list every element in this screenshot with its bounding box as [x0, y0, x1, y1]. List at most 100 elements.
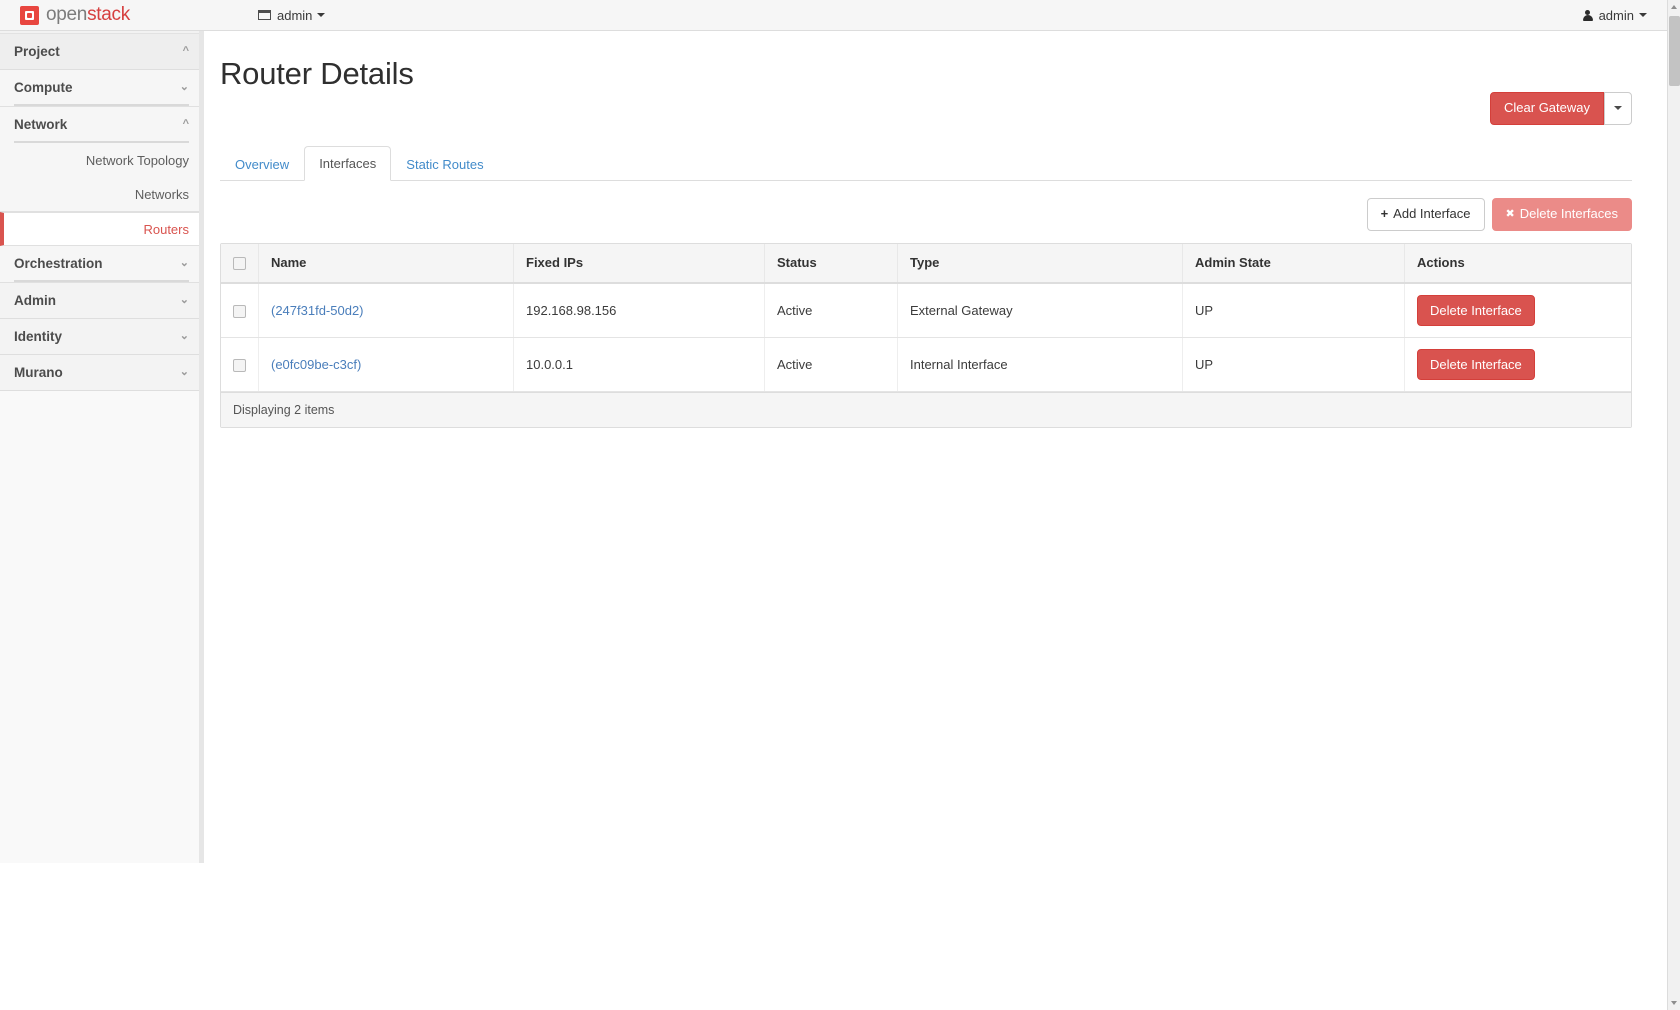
tab-static-routes[interactable]: Static Routes: [391, 147, 498, 181]
cell-admin-state: UP: [1182, 337, 1405, 392]
column-header-admin-state[interactable]: Admin State: [1182, 243, 1405, 284]
brand-stack-text: stack: [87, 4, 130, 25]
sidebar-group-identity-label: Identity: [14, 329, 63, 344]
clear-gateway-button[interactable]: Clear Gateway: [1490, 92, 1604, 125]
column-header-type[interactable]: Type: [897, 243, 1183, 284]
interfaces-table-panel: Name Fixed IPs Status Type Admin State A…: [220, 242, 1632, 428]
cell-status: Active: [764, 282, 898, 338]
brand-logo-link[interactable]: openstack: [20, 4, 195, 26]
chevron-down-icon: [317, 13, 326, 17]
row-checkbox[interactable]: [233, 304, 246, 318]
sidebar-group-orchestration-header[interactable]: Orchestration ⌄: [0, 246, 203, 280]
sidebar-group-admin[interactable]: Admin ⌄: [0, 283, 203, 319]
sidebar-group-murano[interactable]: Murano ⌄: [0, 355, 203, 391]
sidebar-group-admin-header[interactable]: Admin ⌄: [0, 283, 203, 318]
tab-interfaces[interactable]: Interfaces: [304, 145, 392, 181]
x-icon: ✖: [1505, 208, 1515, 221]
table-head: Name Fixed IPs Status Type Admin State A…: [221, 243, 1631, 284]
add-interface-button[interactable]: + Add Interface: [1366, 198, 1485, 231]
row-select-cell: [221, 337, 259, 392]
column-header-name[interactable]: Name: [258, 243, 514, 284]
user-menu-label: admin: [1598, 7, 1634, 23]
table-body: (247f31fd-50d2) 192.168.98.156 Active Ex…: [221, 282, 1631, 392]
delete-interfaces-button[interactable]: ✖ Delete Interfaces: [1491, 198, 1632, 231]
sidebar: Project ^ Compute ⌄ Network ^ Network To…: [0, 31, 204, 863]
chevron-up-icon: ^: [182, 45, 189, 57]
caret-down-icon: [1614, 106, 1622, 111]
sidebar-scrollbar[interactable]: [199, 31, 204, 863]
openstack-logo-icon: [20, 5, 39, 25]
table-row[interactable]: (e0fc09be-c3cf) 10.0.0.1 Active Internal…: [221, 337, 1631, 392]
cell-name: (e0fc09be-c3cf): [258, 337, 514, 392]
interfaces-table: Name Fixed IPs Status Type Admin State A…: [221, 243, 1631, 392]
page-title: Router Details: [220, 56, 414, 91]
sidebar-section-network[interactable]: Network ^ Network Topology Networks: [0, 107, 203, 212]
clear-gateway-dropdown-toggle[interactable]: [1604, 92, 1632, 125]
sidebar-group-identity-header[interactable]: Identity ⌄: [0, 319, 203, 354]
cell-fixed-ips: 192.168.98.156: [513, 282, 765, 338]
chevron-up-icon: ^: [182, 117, 189, 130]
tab-overview[interactable]: Overview: [220, 147, 304, 181]
sidebar-section-network-label: Network: [14, 116, 68, 132]
sidebar-group-identity[interactable]: Identity ⌄: [0, 319, 203, 355]
brand-text: openstack: [46, 4, 130, 26]
select-all-checkbox[interactable]: [233, 257, 246, 271]
interface-name-link[interactable]: (247f31fd-50d2): [271, 303, 364, 318]
cell-admin-state: UP: [1182, 282, 1405, 338]
row-select-cell: [221, 282, 259, 338]
sidebar-group-orchestration-label: Orchestration: [14, 255, 103, 271]
sidebar-item-networks[interactable]: Networks: [0, 177, 203, 211]
sidebar-group-orchestration[interactable]: Orchestration ⌄: [0, 246, 203, 283]
column-header-fixed-ips[interactable]: Fixed IPs: [513, 243, 765, 284]
main-content: Router Details Clear Gateway Overview In…: [204, 31, 1667, 1010]
table-header-row: Name Fixed IPs Status Type Admin State A…: [221, 243, 1631, 284]
scrollbar-thumb[interactable]: [1669, 16, 1680, 86]
sidebar-item-network-topology[interactable]: Network Topology: [0, 143, 203, 177]
column-header-status[interactable]: Status: [764, 243, 898, 284]
chevron-down-icon: ⌄: [179, 330, 189, 342]
chevron-down-icon: ⌄: [179, 256, 189, 269]
cell-actions: Delete Interface: [1404, 337, 1631, 392]
table-toolbar: + Add Interface ✖ Delete Interfaces: [220, 198, 1632, 231]
clear-gateway-button-group: Clear Gateway: [1490, 92, 1632, 125]
cell-status: Active: [764, 337, 898, 392]
chevron-down-icon: ⌄: [179, 294, 189, 306]
sidebar-item-label: Networks: [134, 186, 189, 202]
sidebar-group-project-header[interactable]: Project ^: [0, 34, 203, 69]
plus-icon: +: [1380, 206, 1389, 221]
divider: [14, 280, 189, 282]
chevron-down-icon: ⌄: [179, 80, 189, 93]
column-header-actions: Actions: [1404, 243, 1631, 284]
sidebar-group-project[interactable]: Project ^: [0, 34, 203, 70]
divider: [14, 104, 189, 106]
table-row[interactable]: (247f31fd-50d2) 192.168.98.156 Active Ex…: [221, 282, 1631, 338]
scroll-up-arrow-icon[interactable]: [1668, 0, 1680, 14]
sidebar-section-compute-header[interactable]: Compute ⌄: [0, 70, 203, 104]
scroll-down-arrow-icon[interactable]: [1668, 996, 1680, 1010]
delete-interfaces-label: Delete Interfaces: [1519, 206, 1618, 221]
page-action-bar: Clear Gateway: [204, 92, 1632, 138]
sidebar-group-admin-label: Admin: [14, 293, 56, 308]
router-detail-tabs: Overview Interfaces Static Routes: [220, 145, 1632, 181]
page-scrollbar[interactable]: [1667, 0, 1680, 1010]
sidebar-group-murano-label: Murano: [14, 365, 63, 380]
sidebar-section-network-header[interactable]: Network ^: [0, 107, 203, 141]
row-checkbox[interactable]: [233, 358, 246, 372]
sidebar-section-compute[interactable]: Compute ⌄: [0, 70, 203, 107]
delete-interface-button[interactable]: Delete Interface: [1417, 348, 1535, 380]
cell-type: Internal Interface: [897, 337, 1183, 392]
project-context-switcher[interactable]: admin: [258, 8, 326, 23]
chevron-down-icon: [1639, 13, 1647, 17]
cell-type: External Gateway: [897, 282, 1183, 338]
sidebar-group-murano-header[interactable]: Murano ⌄: [0, 355, 203, 390]
user-menu[interactable]: admin: [1582, 7, 1647, 23]
sidebar-item-routers[interactable]: Routers: [0, 212, 203, 246]
window-icon: [258, 10, 271, 20]
cell-name: (247f31fd-50d2): [258, 282, 514, 338]
table-footer-count: Displaying 2 items: [221, 391, 1631, 427]
delete-interface-button[interactable]: Delete Interface: [1417, 294, 1535, 326]
add-interface-label: Add Interface: [1393, 206, 1471, 221]
cell-fixed-ips: 10.0.0.1: [513, 337, 765, 392]
brand-open-text: open: [46, 4, 88, 25]
interface-name-link[interactable]: (e0fc09be-c3cf): [271, 357, 361, 372]
